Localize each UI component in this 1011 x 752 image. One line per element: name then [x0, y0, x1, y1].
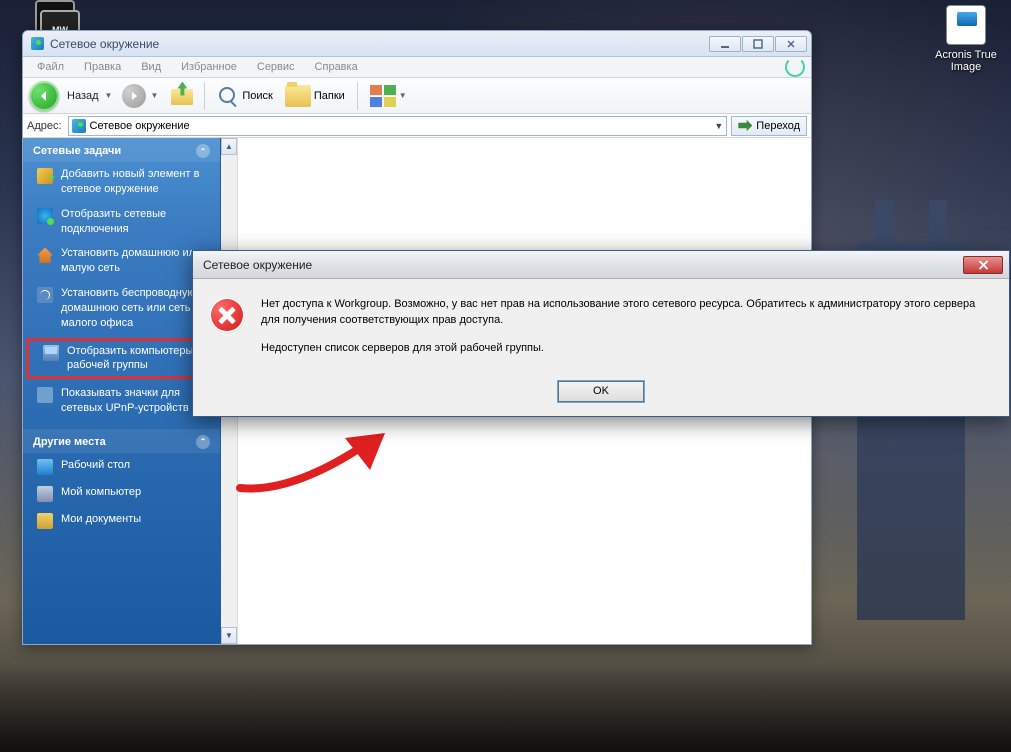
menu-edit[interactable]: Правка	[76, 59, 129, 75]
toolbar-separator	[204, 82, 205, 110]
acronis-label: Acronis True Image	[935, 49, 997, 73]
close-button[interactable]	[775, 36, 807, 52]
error-line-2: Недоступен список серверов для этой рабо…	[261, 341, 993, 357]
desktop-icon	[37, 459, 53, 475]
acronis-icon	[946, 5, 986, 45]
task-label: Добавить новый элемент в сетевое окружен…	[61, 167, 212, 197]
nav-back-button[interactable]	[29, 81, 59, 111]
desktop-icon-acronis[interactable]: Acronis True Image	[931, 5, 1001, 73]
maximize-button[interactable]	[742, 36, 774, 52]
folders-label: Папки	[314, 90, 345, 102]
task-view-workgroup-computers[interactable]: Отобразить компьютеры рабочей группы	[26, 338, 217, 380]
throbber-icon	[785, 57, 805, 77]
dialog-close-button[interactable]	[963, 256, 1003, 274]
chevron-up-icon: ⌃	[196, 435, 210, 449]
scroll-up-button[interactable]: ▲	[221, 138, 237, 155]
wireless-icon	[37, 287, 53, 303]
menu-tools[interactable]: Сервис	[249, 59, 303, 75]
task-label: Установить домашнюю или малую сеть	[61, 246, 212, 276]
error-icon	[209, 297, 245, 333]
nav-up-button[interactable]	[168, 82, 196, 110]
network-tasks-label: Сетевые задачи	[33, 145, 121, 157]
folders-button[interactable]: Папки	[281, 85, 349, 107]
place-label: Мои документы	[61, 512, 141, 529]
place-my-documents[interactable]: Мои документы	[23, 507, 220, 534]
task-setup-home-network[interactable]: Установить домашнюю или малую сеть	[23, 241, 220, 281]
menu-help[interactable]: Справка	[307, 59, 366, 75]
chevron-up-icon: ⌃	[196, 144, 210, 158]
menu-view[interactable]: Вид	[133, 59, 169, 75]
nav-back-label: Назад	[67, 90, 99, 102]
menubar: Файл Правка Вид Избранное Сервис Справка	[23, 57, 811, 78]
folders-icon	[285, 85, 311, 107]
error-line-1: Нет доступа к Workgroup. Возможно, у вас…	[261, 297, 993, 329]
go-arrow-icon	[738, 119, 752, 133]
search-icon	[217, 85, 239, 107]
computers-icon	[43, 345, 59, 361]
back-dropdown[interactable]: ▼	[105, 91, 113, 100]
dialog-title: Сетевое окружение	[203, 258, 312, 272]
computer-icon	[37, 486, 53, 502]
error-dialog: Сетевое окружение Нет доступа к Workgrou…	[192, 250, 1010, 417]
minimize-button[interactable]	[709, 36, 741, 52]
network-tasks-header[interactable]: Сетевые задачи ⌃	[23, 138, 220, 162]
address-value: Сетевое окружение	[90, 120, 190, 132]
search-button[interactable]: Поиск	[213, 85, 276, 107]
task-setup-wireless[interactable]: Установить беспроводную домашнюю сеть ил…	[23, 281, 220, 336]
search-label: Поиск	[242, 90, 272, 102]
add-place-icon	[37, 168, 53, 184]
explorer-title: Сетевое окружение	[50, 37, 159, 51]
network-places-icon	[31, 37, 44, 50]
task-upnp-icons[interactable]: Показывать значки для сетевых UPnP-устро…	[23, 381, 220, 421]
dialog-text: Нет доступа к Workgroup. Возможно, у вас…	[261, 297, 993, 369]
task-label: Показывать значки для сетевых UPnP-устро…	[61, 386, 212, 416]
other-places-label: Другие места	[33, 436, 106, 448]
address-icon	[72, 119, 86, 133]
address-bar: Адрес: Сетевое окружение ▼ Переход	[23, 114, 811, 138]
place-label: Мой компьютер	[61, 485, 141, 502]
dialog-titlebar[interactable]: Сетевое окружение	[193, 251, 1009, 279]
views-icon	[370, 85, 396, 107]
menu-file[interactable]: Файл	[29, 59, 72, 75]
scroll-down-button[interactable]: ▼	[221, 627, 237, 644]
explorer-titlebar[interactable]: Сетевое окружение	[23, 31, 811, 57]
task-label: Отобразить компьютеры рабочей группы	[67, 344, 206, 374]
home-network-icon	[37, 247, 53, 263]
forward-dropdown[interactable]: ▼	[150, 91, 158, 100]
go-button[interactable]: Переход	[731, 116, 807, 136]
place-my-computer[interactable]: Мой компьютер	[23, 480, 220, 507]
connections-icon	[37, 208, 53, 224]
wallpaper-shadow	[0, 662, 1011, 752]
address-dropdown[interactable]: ▼	[714, 121, 723, 131]
task-label: Отобразить сетевые подключения	[61, 207, 212, 237]
other-places-header[interactable]: Другие места ⌃	[23, 429, 220, 453]
address-label: Адрес:	[27, 120, 62, 132]
place-desktop[interactable]: Рабочий стол	[23, 453, 220, 480]
upnp-icon	[37, 387, 53, 403]
go-label: Переход	[756, 120, 800, 132]
ok-button[interactable]: OK	[558, 381, 644, 402]
task-label: Установить беспроводную домашнюю сеть ил…	[61, 286, 212, 331]
views-button[interactable]: ▼	[366, 85, 417, 107]
toolbar-separator-2	[357, 82, 358, 110]
menu-favorites[interactable]: Избранное	[173, 59, 245, 75]
toolbar: Назад ▼ ▼ Поиск Папки ▼	[23, 78, 811, 114]
documents-icon	[37, 513, 53, 529]
task-show-connections[interactable]: Отобразить сетевые подключения	[23, 202, 220, 242]
nav-forward-button[interactable]	[122, 84, 146, 108]
place-label: Рабочий стол	[61, 458, 130, 475]
task-add-network-place[interactable]: Добавить новый элемент в сетевое окружен…	[23, 162, 220, 202]
address-input[interactable]: Сетевое окружение ▼	[68, 116, 728, 136]
